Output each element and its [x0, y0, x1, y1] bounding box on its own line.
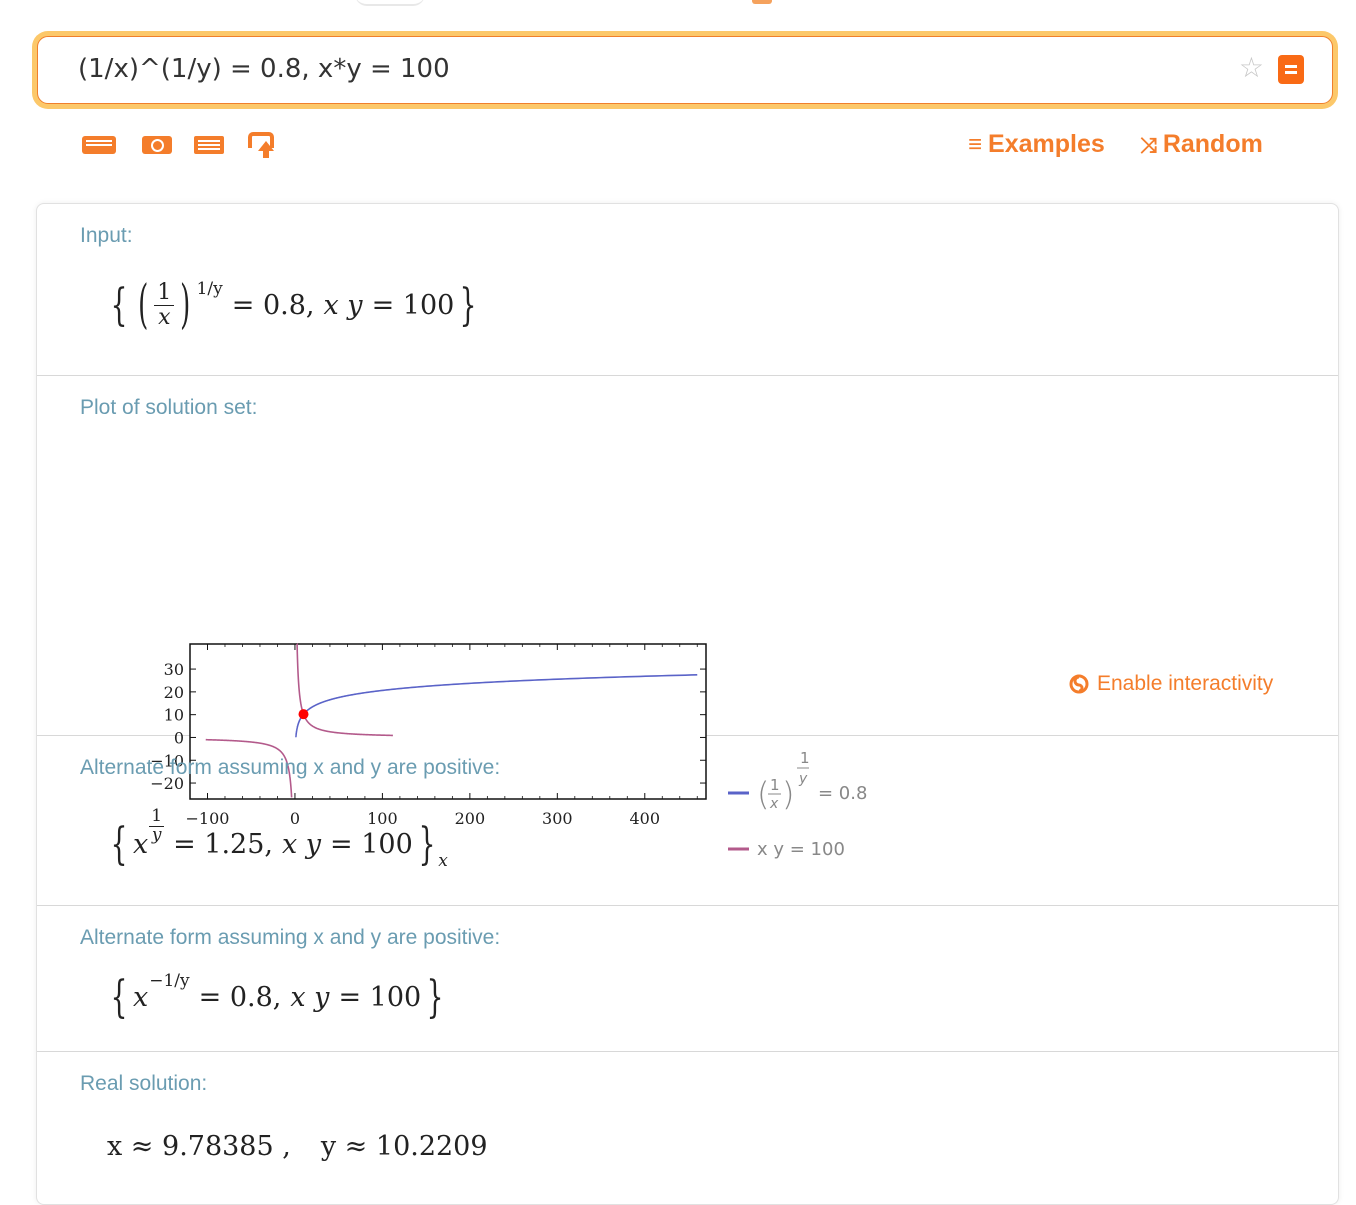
search-input[interactable] — [78, 51, 1178, 87]
keyboard-icon[interactable] — [82, 132, 116, 158]
rhs-value: = 0.8, — [231, 289, 315, 321]
results-card: Input: {( 1x ) 1/y = 0.8, x y = 100} Plot… — [36, 203, 1339, 1205]
pod-title: Input: — [80, 224, 133, 247]
intersection-point — [298, 709, 309, 720]
solution-y: y ≈ 10.2209 — [320, 1130, 488, 1162]
pod-input: Input: {( 1x ) 1/y = 0.8, x y = 100} — [37, 204, 1338, 376]
search-box: ☆ — [37, 36, 1333, 104]
y-tick-label: 20 — [164, 683, 184, 702]
pod-plot: Plot of solution set: −100 0 100 200 300 400 … — [37, 376, 1338, 868]
pod-title: Alternate form assuming x and y are posi… — [80, 756, 501, 779]
examples-link[interactable]: ≡ Examples — [968, 126, 1105, 162]
alt1-rhs: = 1.25, — [173, 828, 273, 860]
solution-values: x ≈ 9.78385 , y ≈ 10.2209 — [107, 1126, 488, 1166]
top-header-stub — [0, 0, 1356, 8]
xy-term: x y — [323, 289, 363, 321]
frac-denominator: x — [158, 304, 171, 330]
interactivity-label: Enable interactivity — [1097, 672, 1274, 695]
alt2-exponent: −1/y — [149, 971, 190, 991]
search-bar: ☆ — [32, 31, 1338, 109]
pod-title: Plot of solution set: — [80, 396, 258, 419]
upload-icon[interactable] — [246, 132, 280, 158]
pod-alternate-form-2: Alternate form assuming x and y are posi… — [37, 906, 1338, 1052]
camera-icon[interactable] — [142, 132, 172, 158]
alt-form-1-expression: {x 1y = 1.25, x y = 100} — [110, 806, 436, 870]
exponent: 1/y — [196, 279, 223, 299]
alt-form-2-expression: {x −1/y = 0.8, x y = 100} — [110, 971, 444, 1023]
solution-x: x ≈ 9.78385 , — [107, 1130, 291, 1162]
frac-numerator: 1 — [154, 281, 175, 306]
submit-button[interactable] — [1278, 55, 1304, 84]
interactivity-swirl-icon — [1069, 674, 1089, 694]
pod-alternate-form-1: Alternate form assuming x and y are posi… — [37, 736, 1338, 906]
header-mark — [752, 0, 772, 4]
random-link[interactable]: ⤨ Random — [1140, 126, 1263, 162]
y-tick-label: 30 — [164, 660, 184, 679]
examples-label: Examples — [988, 130, 1105, 158]
y-tick-label: 10 — [164, 706, 184, 725]
input-toolbar: ≡ Examples ⤨ Random — [80, 126, 1300, 162]
pod-real-solution: Real solution: x ≈ 9.78385 , y ≈ 10.2209 — [37, 1052, 1338, 1204]
pod-title: Real solution: — [80, 1072, 208, 1095]
shuffle-icon: ⤨ — [1140, 134, 1157, 157]
star-icon[interactable]: ☆ — [1239, 50, 1264, 86]
logo-edge — [355, 0, 425, 6]
menu-icon: ≡ — [968, 131, 983, 158]
alt2-rhs-100: = 100 — [338, 981, 422, 1013]
random-label: Random — [1162, 130, 1263, 158]
enable-interactivity-link[interactable]: Enable interactivity — [1069, 672, 1273, 696]
pod-title: Alternate form assuming x and y are posi… — [80, 926, 501, 949]
data-table-icon[interactable] — [194, 132, 224, 158]
alt1-rhs-100: = 100 — [330, 828, 413, 860]
rhs-100: = 100 — [371, 289, 455, 321]
alt2-rhs: = 0.8, — [198, 981, 282, 1013]
input-expression: {( 1x ) 1/y = 0.8, x y = 100} — [110, 275, 477, 335]
